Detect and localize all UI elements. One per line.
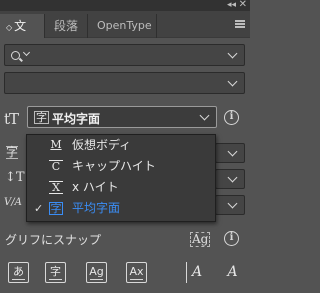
kerning-icon: V/A: [4, 197, 22, 208]
button-glyph: 字: [50, 265, 61, 278]
tracking-field[interactable]: [215, 169, 245, 189]
font-size-icon: tT: [4, 110, 19, 128]
info-icon[interactable]: i: [224, 110, 239, 125]
alignment-chevron-icon[interactable]: [199, 110, 210, 121]
alignment-dropdown-menu: M 仮想ボディ C キャップハイト X x ハイト ✓ 字 平均字面: [26, 134, 216, 222]
menu-item-label: 平均字面: [72, 201, 121, 215]
alignment-select[interactable]: 字 平均字面: [27, 106, 217, 128]
snap-baseline-button[interactable]: あ: [8, 262, 29, 283]
tab-label: 段落: [54, 19, 79, 33]
tracking-icon: ↕T: [5, 170, 25, 185]
snap-proximity-button[interactable]: A: [222, 262, 243, 283]
check-icon: ✓: [34, 202, 44, 215]
tab-opentype[interactable]: OpenType: [91, 14, 157, 38]
underline-mark: [49, 278, 62, 280]
menu-item-cap-height[interactable]: C キャップハイト: [27, 156, 215, 177]
virtual-body-icon: M: [50, 138, 62, 151]
average-face-icon: 字: [34, 111, 49, 124]
snap-bounds-button[interactable]: Ag: [86, 262, 107, 283]
leading-field[interactable]: [215, 143, 245, 163]
leading-icon: 字: [6, 145, 19, 159]
search-icon[interactable]: [11, 51, 20, 60]
tab-paragraph[interactable]: 段落: [48, 14, 88, 38]
tab-character[interactable]: ◇文字: [0, 14, 45, 59]
menu-item-label: x ハイト: [72, 180, 119, 194]
tab-label: OpenType: [97, 19, 152, 32]
collapse-panel-icon[interactable]: ◂◂: [227, 0, 236, 10]
menu-item-label: 仮想ボディ: [72, 138, 132, 152]
tab-options-icon: ◇: [6, 23, 13, 32]
search-options-chevron-icon[interactable]: [22, 48, 31, 57]
panel-menu-icon[interactable]: [235, 20, 245, 28]
tab-bar: ◇文字 段落 OpenType: [0, 11, 250, 59]
font-family-field[interactable]: [4, 44, 245, 66]
snap-ideographic-button[interactable]: 字: [45, 262, 66, 283]
snap-angular-button[interactable]: A: [186, 262, 207, 283]
cap-height-icon: C: [49, 160, 63, 173]
tracking-chevron-icon[interactable]: [227, 172, 238, 183]
underline-mark: [90, 278, 103, 280]
font-style-chevron-icon[interactable]: [227, 76, 238, 87]
menu-item-x-height[interactable]: X x ハイト: [27, 177, 215, 198]
average-face-icon: 字: [49, 202, 63, 215]
glyph-snap-icon[interactable]: Ag: [190, 232, 211, 247]
underline-mark: [12, 278, 25, 280]
button-glyph: Ag: [89, 265, 104, 278]
menu-item-label: キャップハイト: [72, 159, 156, 173]
close-panel-icon[interactable]: ✕: [239, 0, 247, 10]
panel-titlebar: ◂◂ ✕: [0, 0, 250, 11]
button-glyph: Ax: [129, 265, 144, 278]
snap-info-icon[interactable]: i: [224, 231, 239, 246]
leading-chevron-icon[interactable]: [227, 146, 238, 157]
menu-item-virtual-body[interactable]: M 仮想ボディ: [27, 135, 215, 156]
underline-mark: [130, 278, 143, 280]
button-glyph: あ: [13, 265, 24, 278]
menu-item-average-face[interactable]: ✓ 字 平均字面: [27, 198, 215, 219]
font-family-chevron-icon[interactable]: [227, 48, 238, 59]
kerning-field[interactable]: [215, 195, 245, 215]
x-height-icon: X: [49, 181, 63, 194]
snap-to-glyph-label: グリフにスナップ: [5, 233, 102, 247]
font-style-field[interactable]: [4, 72, 245, 94]
snap-xheight-button[interactable]: Ax: [126, 262, 147, 283]
kerning-chevron-icon[interactable]: [227, 198, 238, 209]
alignment-select-value: 平均字面: [52, 112, 101, 126]
